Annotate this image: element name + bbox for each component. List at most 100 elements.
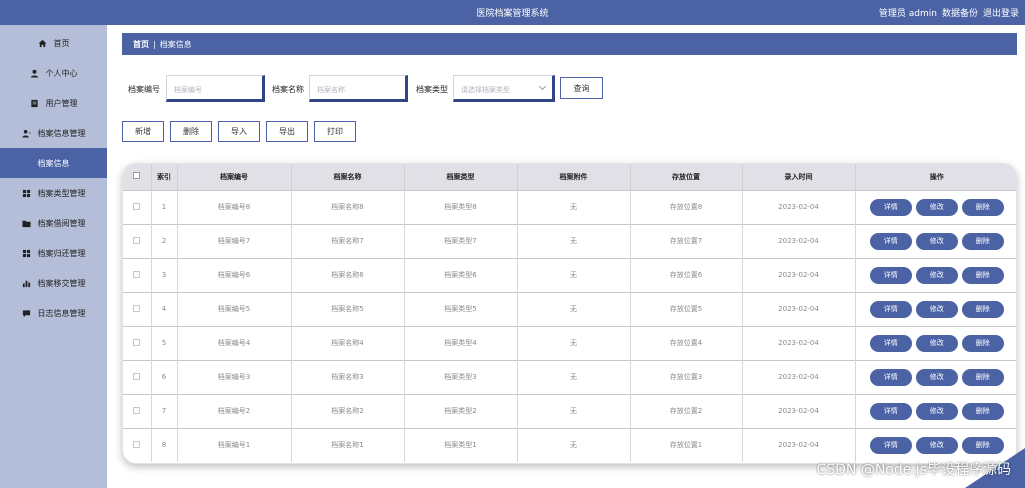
cell-location: 存放位置4: [630, 325, 743, 360]
cell-name: 档案名称3: [291, 359, 405, 394]
export-button[interactable]: 导出: [266, 121, 308, 142]
cell-attachment: 无: [517, 359, 631, 394]
cell-code: 档案编号8: [177, 189, 292, 224]
type-label: 档案类型: [416, 85, 448, 94]
row-checkbox[interactable]: [123, 189, 152, 224]
type-select[interactable]: 请选择档案类型: [453, 75, 555, 102]
row-checkbox[interactable]: [123, 257, 152, 292]
edit-button[interactable]: 修改: [915, 266, 958, 284]
header-name: 档案名称: [291, 164, 405, 190]
edit-button[interactable]: 修改: [915, 436, 958, 454]
top-bar: 医院档案管理系统 管理员 admin 数据备份 退出登录: [0, 0, 1025, 25]
checkbox[interactable]: [133, 372, 141, 380]
cell-index: 6: [151, 359, 178, 394]
home-icon: [38, 38, 48, 48]
cell-type: 档案类型5: [404, 291, 518, 326]
sidebar-item-users[interactable]: 用户管理: [0, 88, 107, 118]
cell-name: 档案名称8: [291, 189, 405, 224]
code-search-input[interactable]: 档案编号: [166, 75, 265, 102]
cell-entry-time: 2023-02-04: [742, 189, 856, 224]
checkbox[interactable]: [133, 440, 141, 448]
checkbox[interactable]: [133, 304, 141, 312]
name-search-input[interactable]: 档案名称: [309, 75, 408, 102]
row-checkbox[interactable]: [123, 359, 152, 394]
cell-type: 档案类型4: [404, 325, 518, 360]
row-checkbox[interactable]: [123, 325, 152, 360]
add-button[interactable]: 新增: [122, 121, 164, 142]
sidebar-item-archive-borrow[interactable]: 档案借阅管理: [0, 208, 107, 238]
delete-button[interactable]: 删除: [961, 300, 1004, 318]
sidebar-item-archive-type[interactable]: 档案类型管理: [0, 178, 107, 208]
query-button[interactable]: 查询: [560, 77, 603, 99]
header-attachment: 档案附件: [517, 164, 631, 190]
detail-button[interactable]: 详情: [869, 198, 912, 216]
cell-index: 5: [151, 325, 178, 360]
cell-attachment: 无: [517, 393, 631, 428]
sidebar-item-archive-return[interactable]: 档案归还管理: [0, 238, 107, 268]
sidebar-item-archive-manage[interactable]: 档案信息管理: [0, 118, 107, 148]
sidebar-item-label: 用户管理: [45, 98, 78, 108]
delete-button[interactable]: 删除: [961, 232, 1004, 250]
cell-code: 档案编号1: [177, 427, 292, 462]
edit-button[interactable]: 修改: [915, 198, 958, 216]
delete-button[interactable]: 删除: [961, 368, 1004, 386]
cell-index: 7: [151, 393, 178, 428]
cell-entry-time: 2023-02-04: [742, 427, 856, 462]
message-icon: [22, 308, 32, 318]
sidebar-item-archive-info[interactable]: 档案信息: [0, 148, 107, 178]
grid-icon: [22, 188, 32, 198]
batch-delete-button[interactable]: 删除: [170, 121, 212, 142]
delete-button[interactable]: 删除: [961, 334, 1004, 352]
checkbox[interactable]: [133, 270, 141, 278]
logout-link[interactable]: 退出登录: [983, 6, 1019, 19]
detail-button[interactable]: 详情: [869, 266, 912, 284]
cell-entry-time: 2023-02-04: [742, 257, 856, 292]
sidebar-item-archive-transfer[interactable]: 档案移交管理: [0, 268, 107, 298]
sidebar: 首页 个人中心 用户管理 档案信息管理 档案信息 档案类型管理 档案借阅管理 档…: [0, 25, 107, 488]
breadcrumb-home[interactable]: 首页: [133, 39, 149, 50]
delete-button[interactable]: 删除: [961, 266, 1004, 284]
delete-button[interactable]: 删除: [961, 198, 1004, 216]
table-header-row: 索引 档案编号 档案名称 档案类型 档案附件 存放位置 录入时间 操作: [123, 164, 1016, 190]
detail-button[interactable]: 详情: [869, 232, 912, 250]
cell-location: 存放位置7: [630, 223, 743, 258]
header-code: 档案编号: [177, 164, 292, 190]
import-button[interactable]: 导入: [218, 121, 260, 142]
edit-button[interactable]: 修改: [915, 402, 958, 420]
cell-attachment: 无: [517, 325, 631, 360]
backup-link[interactable]: 数据备份: [942, 6, 978, 19]
detail-button[interactable]: 详情: [869, 334, 912, 352]
checkbox[interactable]: [133, 406, 141, 414]
checkbox[interactable]: [133, 338, 141, 346]
row-checkbox[interactable]: [123, 223, 152, 258]
sidebar-item-profile[interactable]: 个人中心: [0, 58, 107, 88]
cell-location: 存放位置5: [630, 291, 743, 326]
sidebar-item-home[interactable]: 首页: [0, 28, 107, 58]
detail-button[interactable]: 详情: [869, 436, 912, 454]
detail-button[interactable]: 详情: [869, 402, 912, 420]
row-checkbox[interactable]: [123, 291, 152, 326]
delete-button[interactable]: 删除: [961, 402, 1004, 420]
edit-button[interactable]: 修改: [915, 334, 958, 352]
edit-button[interactable]: 修改: [915, 232, 958, 250]
cell-ops: 详情 修改 删除: [855, 291, 1016, 326]
detail-button[interactable]: 详情: [869, 368, 912, 386]
sidebar-item-label: 日志信息管理: [37, 308, 86, 318]
user-icon: [30, 68, 40, 78]
cell-ops: 详情 修改 删除: [855, 393, 1016, 428]
edit-button[interactable]: 修改: [915, 300, 958, 318]
person-icon: [22, 128, 32, 138]
select-all-checkbox[interactable]: [123, 164, 152, 190]
edit-button[interactable]: 修改: [915, 368, 958, 386]
sidebar-item-logs[interactable]: 日志信息管理: [0, 298, 107, 328]
checkbox[interactable]: [133, 236, 141, 244]
cell-ops: 详情 修改 删除: [855, 223, 1016, 258]
row-checkbox[interactable]: [123, 427, 152, 462]
chevron-down-icon: [538, 82, 547, 91]
print-button[interactable]: 打印: [314, 121, 356, 142]
cell-type: 档案类型1: [404, 427, 518, 462]
row-checkbox[interactable]: [123, 393, 152, 428]
cell-code: 档案编号4: [177, 325, 292, 360]
checkbox[interactable]: [133, 202, 141, 210]
detail-button[interactable]: 详情: [869, 300, 912, 318]
